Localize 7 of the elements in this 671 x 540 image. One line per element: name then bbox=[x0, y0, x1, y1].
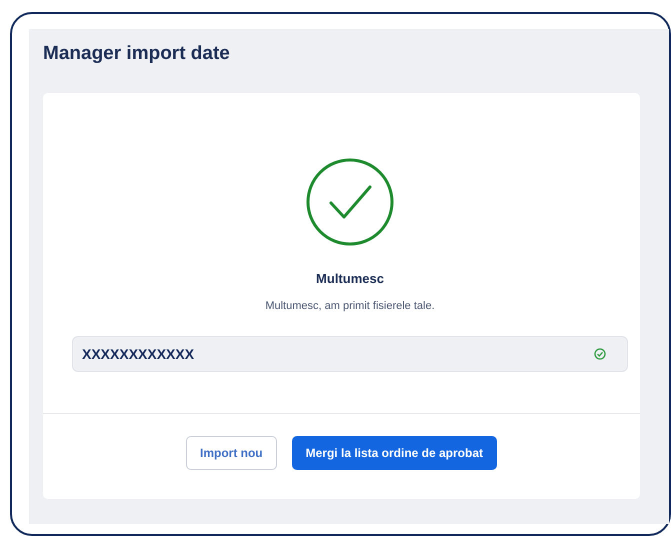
go-to-list-button[interactable]: Mergi la lista ordine de aprobat bbox=[292, 436, 498, 470]
check-circle-icon bbox=[305, 157, 395, 247]
input-field[interactable]: XXXXXXXXXXXX bbox=[72, 336, 628, 372]
success-message: Multumesc, am primit fisierele tale. bbox=[265, 300, 435, 312]
success-heading: Multumesc bbox=[316, 271, 384, 286]
new-import-button[interactable]: Import nou bbox=[186, 436, 277, 470]
page-title: Manager import date bbox=[43, 43, 231, 65]
